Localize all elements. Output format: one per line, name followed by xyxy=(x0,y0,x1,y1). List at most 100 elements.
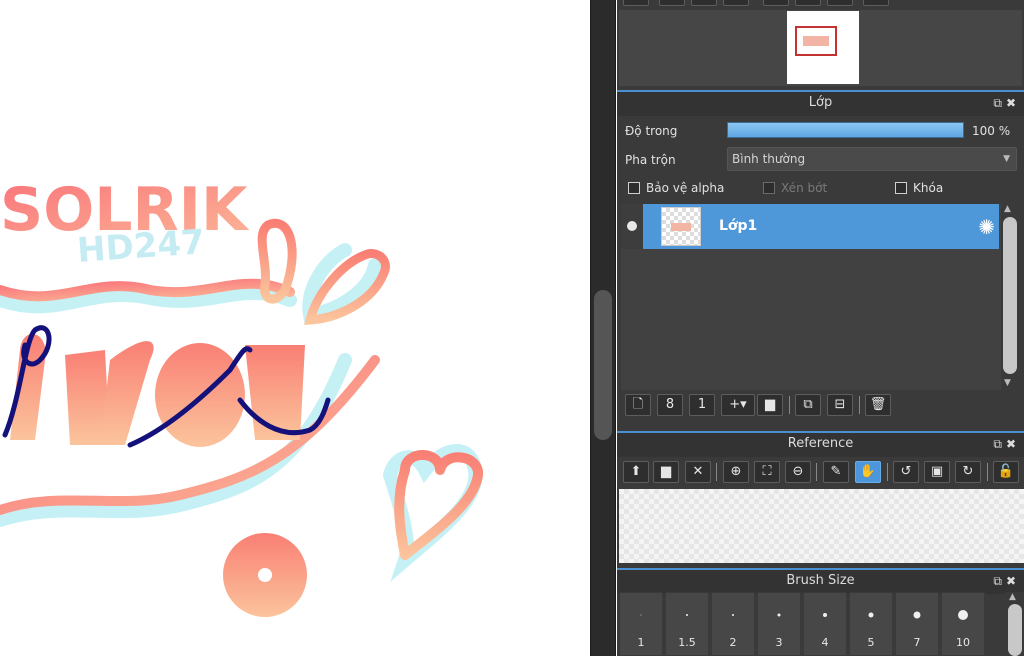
flip-icon[interactable] xyxy=(863,0,889,6)
brush-size-scrollbar[interactable]: ▲ xyxy=(1005,592,1024,656)
popout-icon[interactable]: ⧉ xyxy=(993,96,1006,110)
right-panel: Lớp ⧉✖ Độ trong 100 % Pha trộn Bình thườ… xyxy=(617,0,1024,656)
zoom-in-icon[interactable]: ⊕ xyxy=(723,461,749,483)
canvas-scrollbar-thumb[interactable] xyxy=(594,290,612,440)
layer-panel-title: Lớp xyxy=(808,95,833,110)
duplicate-icon[interactable]: ⧉ xyxy=(795,394,821,416)
fit-screen-icon[interactable]: ▣ xyxy=(924,461,950,483)
layer-scrollbar-thumb[interactable] xyxy=(1003,217,1017,374)
visibility-toggle[interactable] xyxy=(621,204,643,249)
divider xyxy=(859,396,860,414)
letter-a-stem xyxy=(245,345,305,440)
layer-list[interactable]: Lớp1 ✺ xyxy=(621,204,1001,390)
eyedropper-icon[interactable]: ✎ xyxy=(823,461,849,483)
close-icon[interactable]: ✖ xyxy=(1006,96,1020,110)
navigator-viewport-frame[interactable] xyxy=(795,26,837,56)
brush-size-cell[interactable]: 1 xyxy=(619,592,663,656)
brush-size-cell[interactable]: 2 xyxy=(711,592,755,656)
popout-icon[interactable]: ⧉ xyxy=(993,574,1006,588)
checkbox-box[interactable] xyxy=(763,182,775,194)
clipping-checkbox[interactable]: Xén bớt xyxy=(763,181,827,195)
brush-size-panel-header: Brush Size ⧉✖ xyxy=(617,568,1024,594)
letter-stroke-3 xyxy=(100,341,154,445)
layer-row[interactable]: Lớp1 ✺ xyxy=(621,204,999,249)
brush-size-cell[interactable]: 1.5 xyxy=(665,592,709,656)
popout-icon[interactable]: ⧉ xyxy=(993,437,1006,451)
divider xyxy=(987,463,988,481)
brush-size-label: 10 xyxy=(956,636,970,649)
drawing-canvas[interactable]: SOLRIK HD247 xyxy=(0,0,590,656)
delete-icon[interactable]: 🗑 xyxy=(865,394,891,416)
brush-size-label: 1.5 xyxy=(678,636,696,649)
brush-size-cell[interactable]: 3 xyxy=(757,592,801,656)
navigator-preview[interactable] xyxy=(619,10,1022,86)
brush-size-cell[interactable]: 10 xyxy=(941,592,985,656)
opacity-slider[interactable] xyxy=(727,122,964,138)
opacity-value: 100 % xyxy=(972,124,1011,138)
rotate-left-icon[interactable] xyxy=(763,0,789,6)
fit-icon[interactable] xyxy=(691,0,717,6)
close-icon[interactable]: ✖ xyxy=(1006,574,1020,588)
new-layer-icon[interactable]: 🗋 xyxy=(625,394,651,416)
reference-view[interactable] xyxy=(619,489,1024,563)
zoom-out-icon[interactable]: ⊖ xyxy=(785,461,811,483)
new-1bit-layer-icon[interactable]: 1 xyxy=(689,394,715,416)
blend-mode-select[interactable]: Bình thường ▼ xyxy=(727,147,1017,171)
checkbox-box[interactable] xyxy=(895,182,907,194)
brush-size-label: 3 xyxy=(775,636,783,649)
gear-icon[interactable]: ✺ xyxy=(978,215,995,239)
close-icon[interactable]: ✕ xyxy=(685,461,711,483)
brush-size-grid: 1 1.5 2 3 4 5 7 10 xyxy=(619,592,1005,656)
navigator-toolbar xyxy=(617,0,1024,10)
rotate-left-icon[interactable]: ↺ xyxy=(893,461,919,483)
scroll-up-icon[interactable]: ▲ xyxy=(1009,592,1016,602)
add-layer-menu-icon[interactable]: +▾ xyxy=(721,394,755,416)
upload-icon[interactable]: ⬆ xyxy=(623,461,649,483)
layer-list-scrollbar[interactable]: ▲ ▼ xyxy=(1001,204,1019,388)
protect-alpha-label: Bảo vệ alpha xyxy=(646,181,725,195)
brush-size-cell[interactable]: 7 xyxy=(895,592,939,656)
scroll-down-icon[interactable]: ▼ xyxy=(1004,378,1011,388)
brush-size-label: 5 xyxy=(867,636,875,649)
divider xyxy=(789,396,790,414)
checkbox-box[interactable] xyxy=(628,182,640,194)
divider xyxy=(716,463,717,481)
reference-panel-title: Reference xyxy=(787,436,854,451)
brush-size-cell[interactable]: 4 xyxy=(803,592,847,656)
protect-alpha-checkbox[interactable]: Bảo vệ alpha xyxy=(628,181,724,195)
folder-icon[interactable]: ▆ xyxy=(757,394,783,416)
rotate-right-icon[interactable] xyxy=(827,0,853,6)
brush-size-panel-title: Brush Size xyxy=(786,573,855,588)
new-8bit-layer-icon[interactable]: 8 xyxy=(657,394,683,416)
layer-panel-header: Lớp ⧉✖ xyxy=(617,90,1024,116)
brush-size-label: 2 xyxy=(729,636,737,649)
divider xyxy=(887,463,888,481)
zoom-out-icon[interactable] xyxy=(659,0,685,6)
brush-size-cell[interactable]: 5 xyxy=(849,592,893,656)
blend-label: Pha trộn xyxy=(625,153,676,167)
canvas-scrollbar[interactable] xyxy=(590,0,616,656)
blend-mode-value: Bình thường xyxy=(732,152,806,166)
merge-icon[interactable]: ⊟ xyxy=(827,394,853,416)
brush-size-label: 4 xyxy=(821,636,829,649)
opacity-label: Độ trong xyxy=(625,124,678,138)
lock-icon[interactable]: 🔓 xyxy=(993,461,1019,483)
lock-checkbox[interactable]: Khóa xyxy=(895,181,943,195)
fit-icon[interactable]: ⛶ xyxy=(754,461,780,483)
divider xyxy=(816,463,817,481)
zoom-in-icon[interactable] xyxy=(623,0,649,6)
visible-dot-icon xyxy=(627,221,637,231)
layer-thumbnail xyxy=(661,207,701,246)
rotate-reset-icon[interactable] xyxy=(795,0,821,6)
reference-panel-header: Reference ⧉✖ xyxy=(617,431,1024,457)
open-folder-icon[interactable]: ▆ xyxy=(653,461,679,483)
hand-icon[interactable]: ✋ xyxy=(855,461,881,483)
rotate-right-icon[interactable]: ↻ xyxy=(955,461,981,483)
scroll-up-icon[interactable]: ▲ xyxy=(1004,204,1011,214)
lock-label: Khóa xyxy=(913,181,944,195)
close-icon[interactable]: ✖ xyxy=(1006,437,1020,451)
actual-size-icon[interactable] xyxy=(723,0,749,6)
navigator-thumbnail xyxy=(787,11,859,84)
brush-size-label: 7 xyxy=(913,636,921,649)
brush-scrollbar-thumb[interactable] xyxy=(1008,604,1022,656)
